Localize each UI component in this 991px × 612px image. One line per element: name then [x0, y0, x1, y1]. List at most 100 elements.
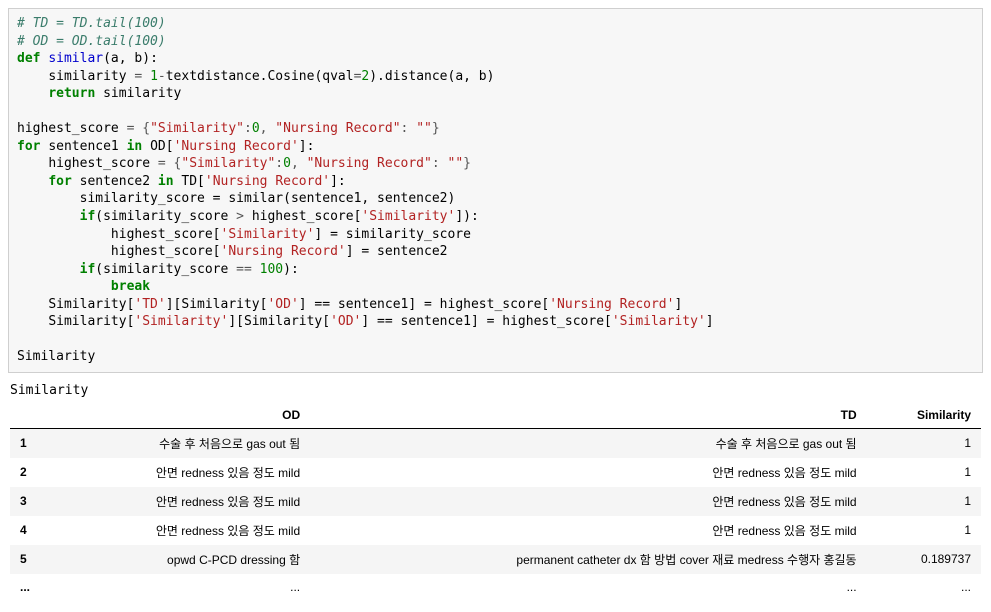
similarity-table: OD TD Similarity 1 수술 후 처음으로 gas out 됨 수… [10, 402, 981, 600]
code-text: = { [150, 156, 181, 171]
code-text: ( [95, 209, 103, 224]
code-keyword: return [48, 86, 95, 101]
code-text: highest_score [17, 121, 119, 136]
code-text: ] == sentence1] = highest_score[ [361, 314, 611, 329]
code-func-name: similar [48, 51, 103, 66]
code-keyword: if [80, 209, 96, 224]
code-text: (a, b): [103, 51, 158, 66]
code-string: 'TD' [134, 297, 165, 312]
table-row: 3 안면 redness 있음 정도 mild 안면 redness 있음 정도… [10, 487, 981, 516]
code-cell: # TD = TD.tail(100) # OD = OD.tail(100) … [8, 8, 983, 373]
code-number: 0 [252, 121, 260, 136]
cell-td: permanent catheter dx 함 방법 cover 재료 medr… [310, 545, 866, 574]
table-row: 1 수술 후 처음으로 gas out 됨 수술 후 처음으로 gas out … [10, 428, 981, 458]
code-text: } [463, 156, 471, 171]
cell-od: ... [56, 574, 310, 600]
code-text: Similarity[ [48, 297, 134, 312]
cell-td: 안면 redness 있음 정도 mild [310, 516, 866, 545]
cell-od: 수술 후 처음으로 gas out 됨 [56, 428, 310, 458]
code-text: ] [706, 314, 714, 329]
code-string: 'Similarity' [221, 227, 315, 242]
cell-td: 안면 redness 있음 정도 mild [310, 487, 866, 516]
code-text: - [158, 69, 166, 84]
row-index: 3 [10, 487, 56, 516]
code-string: 'Similarity' [134, 314, 228, 329]
code-text: = similarity_score [322, 227, 471, 242]
cell-sim: 0.189737 [867, 545, 981, 574]
cell-td: ... [310, 574, 866, 600]
code-text: OD[ [150, 139, 173, 154]
code-string: 'OD' [330, 314, 361, 329]
code-keyword: def [17, 51, 40, 66]
code-text: = [127, 69, 150, 84]
code-text: [ [213, 227, 221, 242]
code-string: 'Similarity' [361, 209, 455, 224]
code-text: sentence2 [80, 174, 150, 189]
code-text: == [228, 262, 259, 277]
code-text: Similarity[ [48, 314, 134, 329]
code-number: 0 [283, 156, 291, 171]
cell-sim: ... [867, 574, 981, 600]
code-text: ): [283, 262, 299, 277]
code-text: highest_score [111, 227, 213, 242]
code-string: "" [448, 156, 464, 171]
code-keyword: if [80, 262, 96, 277]
code-text: : [275, 156, 283, 171]
code-string: "Similarity" [181, 156, 275, 171]
cell-td: 안면 redness 있음 정도 mild [310, 458, 866, 487]
row-index: ... [10, 574, 56, 600]
code-keyword: for [48, 174, 71, 189]
code-keyword: in [158, 174, 174, 189]
code-text: = similar(sentence1, sentence2) [205, 191, 455, 206]
code-text: , [291, 156, 307, 171]
cell-od: 안면 redness 있음 정도 mild [56, 487, 310, 516]
col-similarity: Similarity [867, 402, 981, 429]
code-string: 'OD' [267, 297, 298, 312]
table-row: 4 안면 redness 있음 정도 mild 안면 redness 있음 정도… [10, 516, 981, 545]
code-text: ).distance(a, b) [369, 69, 494, 84]
code-text: ] == sentence1] = highest_score[ [299, 297, 549, 312]
cell-sim: 1 [867, 458, 981, 487]
code-text: ][Similarity[ [228, 314, 330, 329]
code-text: : [244, 121, 252, 136]
code-keyword: for [17, 139, 40, 154]
code-string: "Similarity" [150, 121, 244, 136]
code-string: 'Nursing Record' [205, 174, 330, 189]
code-text: similarity [103, 86, 181, 101]
code-text: textdistance.Cosine(qval [166, 69, 354, 84]
cell-sim: 1 [867, 487, 981, 516]
code-text: highest_score [252, 209, 354, 224]
code-text: highest_score [48, 156, 150, 171]
cell-td: 수술 후 처음으로 gas out 됨 [310, 428, 866, 458]
col-td: TD [310, 402, 866, 429]
col-index [10, 402, 56, 429]
output-repr: Similarity [8, 373, 983, 402]
code-text: > [228, 209, 251, 224]
code-number: 100 [260, 262, 283, 277]
row-index: 2 [10, 458, 56, 487]
table-row: 5 opwd C-PCD dressing 함 permanent cathet… [10, 545, 981, 574]
code-string: 'Nursing Record' [549, 297, 674, 312]
code-text: : [432, 156, 440, 171]
code-text: = { [119, 121, 150, 136]
code-string: 'Nursing Record' [221, 244, 346, 259]
code-text: ( [95, 262, 103, 277]
code-text: similarity_score [103, 262, 228, 277]
cell-od: 안면 redness 있음 정도 mild [56, 458, 310, 487]
table-row: 2 안면 redness 있음 정도 mild 안면 redness 있음 정도… [10, 458, 981, 487]
row-index: 5 [10, 545, 56, 574]
cell-od: 안면 redness 있음 정도 mild [56, 516, 310, 545]
code-string: "" [416, 121, 432, 136]
code-keyword: in [127, 139, 143, 154]
code-text: ]: [299, 139, 315, 154]
code-text: Similarity [17, 349, 95, 364]
code-text: [ [213, 244, 221, 259]
code-text: ][Similarity[ [166, 297, 268, 312]
code-text: similarity_score [103, 209, 228, 224]
code-text: ]): [455, 209, 478, 224]
table-row-ellipsis: ... ... ... ... [10, 574, 981, 600]
code-string: 'Similarity' [612, 314, 706, 329]
code-text: , [260, 121, 276, 136]
code-text: highest_score [111, 244, 213, 259]
code-text: } [432, 121, 440, 136]
